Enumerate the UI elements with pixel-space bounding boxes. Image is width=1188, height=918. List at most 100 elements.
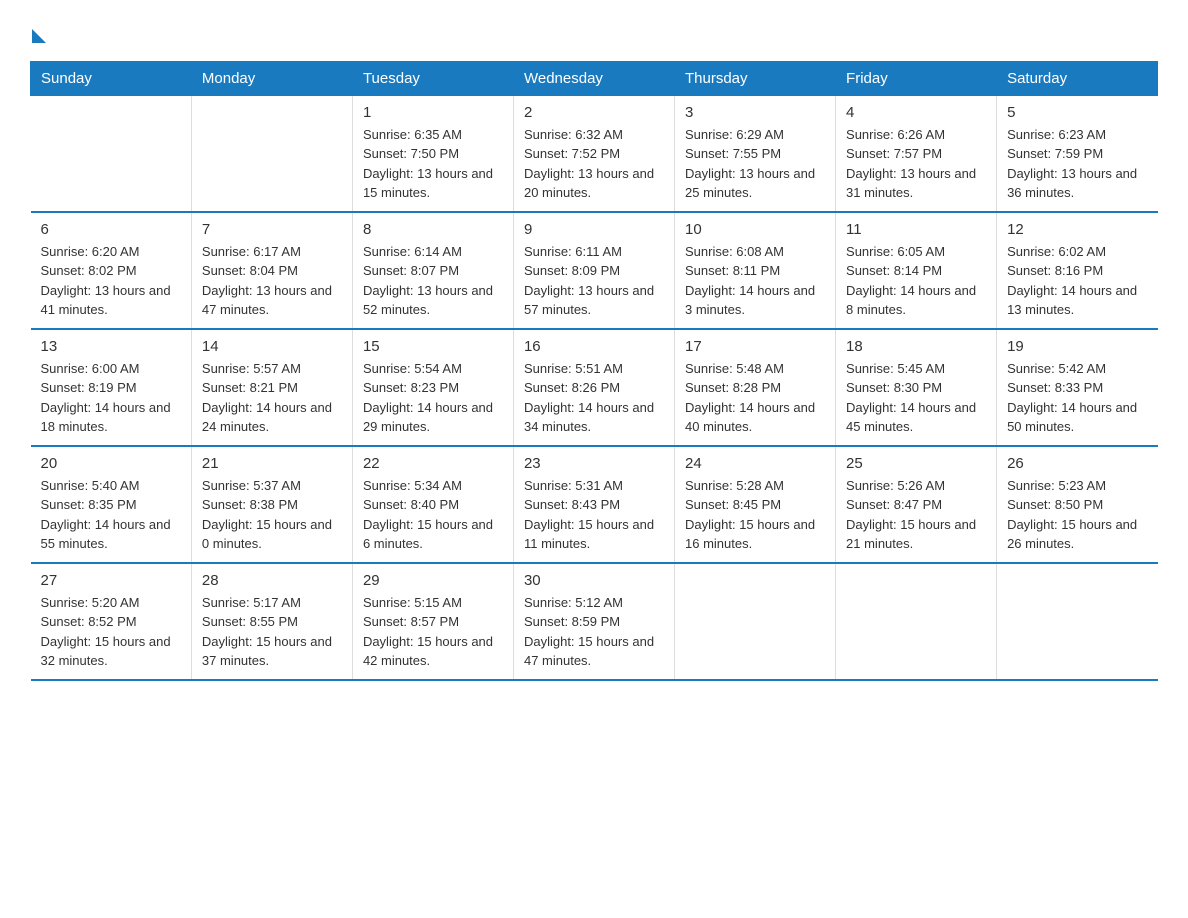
calendar-cell: 13 Sunrise: 6:00 AMSunset: 8:19 PMDayligh… [31,329,192,446]
page-header [30,20,1158,51]
calendar-cell [997,563,1158,680]
day-info: Sunrise: 6:14 AMSunset: 8:07 PMDaylight:… [363,242,503,320]
day-number: 1 [363,104,503,121]
day-number: 15 [363,338,503,355]
day-info: Sunrise: 5:34 AMSunset: 8:40 PMDaylight:… [363,476,503,554]
calendar-cell: 1 Sunrise: 6:35 AMSunset: 7:50 PMDaylight… [352,95,513,212]
day-info: Sunrise: 5:26 AMSunset: 8:47 PMDaylight:… [846,476,986,554]
day-number: 26 [1007,455,1147,472]
calendar-cell: 20Sunrise: 5:40 AMSunset: 8:35 PMDayligh… [31,446,192,563]
day-number: 8 [363,221,503,238]
calendar-cell: 19 Sunrise: 5:42 AMSunset: 8:33 PMDayligh… [997,329,1158,446]
weekday-header-friday: Friday [836,61,997,95]
day-number: 21 [202,455,342,472]
calendar-cell: 23Sunrise: 5:31 AMSunset: 8:43 PMDayligh… [513,446,674,563]
day-info: Sunrise: 5:57 AMSunset: 8:21 PMDaylight:… [202,359,342,437]
day-number: 12 [1007,221,1147,238]
day-info: Sunrise: 5:54 AMSunset: 8:23 PMDaylight:… [363,359,503,437]
day-info: Sunrise: 5:42 AMSunset: 8:33 PMDaylight:… [1007,359,1147,437]
logo-triangle-icon [32,29,46,43]
day-number: 30 [524,572,664,589]
day-number: 13 [41,338,181,355]
day-number: 17 [685,338,825,355]
day-info: Sunrise: 5:45 AMSunset: 8:30 PMDaylight:… [846,359,986,437]
day-info: Sunrise: 5:15 AMSunset: 8:57 PMDaylight:… [363,593,503,671]
weekday-header-tuesday: Tuesday [352,61,513,95]
calendar-week-row: 20Sunrise: 5:40 AMSunset: 8:35 PMDayligh… [31,446,1158,563]
calendar-cell: 5 Sunrise: 6:23 AMSunset: 7:59 PMDaylight… [997,95,1158,212]
weekday-header-sunday: Sunday [31,61,192,95]
day-number: 18 [846,338,986,355]
calendar-cell: 28 Sunrise: 5:17 AMSunset: 8:55 PMDayligh… [191,563,352,680]
day-number: 3 [685,104,825,121]
calendar-cell: 16 Sunrise: 5:51 AMSunset: 8:26 PMDayligh… [513,329,674,446]
weekday-header-thursday: Thursday [675,61,836,95]
day-info: Sunrise: 6:05 AMSunset: 8:14 PMDaylight:… [846,242,986,320]
calendar-cell: 21 Sunrise: 5:37 AMSunset: 8:38 PMDayligh… [191,446,352,563]
calendar-cell: 9Sunrise: 6:11 AMSunset: 8:09 PMDaylight… [513,212,674,329]
calendar-week-row: 27 Sunrise: 5:20 AMSunset: 8:52 PMDayligh… [31,563,1158,680]
calendar-week-row: 1 Sunrise: 6:35 AMSunset: 7:50 PMDaylight… [31,95,1158,212]
calendar-cell: 3 Sunrise: 6:29 AMSunset: 7:55 PMDaylight… [675,95,836,212]
day-info: Sunrise: 6:29 AMSunset: 7:55 PMDaylight:… [685,125,825,203]
day-number: 19 [1007,338,1147,355]
calendar-cell: 11 Sunrise: 6:05 AMSunset: 8:14 PMDayligh… [836,212,997,329]
day-info: Sunrise: 5:37 AMSunset: 8:38 PMDaylight:… [202,476,342,554]
day-info: Sunrise: 5:48 AMSunset: 8:28 PMDaylight:… [685,359,825,437]
calendar-cell [675,563,836,680]
calendar-cell: 2 Sunrise: 6:32 AMSunset: 7:52 PMDaylight… [513,95,674,212]
calendar-table: SundayMondayTuesdayWednesdayThursdayFrid… [30,61,1158,681]
weekday-header-monday: Monday [191,61,352,95]
day-info: Sunrise: 6:08 AMSunset: 8:11 PMDaylight:… [685,242,825,320]
day-info: Sunrise: 5:51 AMSunset: 8:26 PMDaylight:… [524,359,664,437]
calendar-cell: 30 Sunrise: 5:12 AMSunset: 8:59 PMDayligh… [513,563,674,680]
day-number: 4 [846,104,986,121]
day-number: 29 [363,572,503,589]
day-info: Sunrise: 5:20 AMSunset: 8:52 PMDaylight:… [41,593,181,671]
day-number: 5 [1007,104,1147,121]
calendar-cell [836,563,997,680]
day-info: Sunrise: 6:23 AMSunset: 7:59 PMDaylight:… [1007,125,1147,203]
day-number: 20 [41,455,181,472]
day-number: 28 [202,572,342,589]
calendar-cell: 22 Sunrise: 5:34 AMSunset: 8:40 PMDayligh… [352,446,513,563]
day-number: 2 [524,104,664,121]
day-info: Sunrise: 5:17 AMSunset: 8:55 PMDaylight:… [202,593,342,671]
day-info: Sunrise: 6:26 AMSunset: 7:57 PMDaylight:… [846,125,986,203]
day-info: Sunrise: 6:32 AMSunset: 7:52 PMDaylight:… [524,125,664,203]
calendar-cell: 25Sunrise: 5:26 AMSunset: 8:47 PMDayligh… [836,446,997,563]
calendar-cell: 15 Sunrise: 5:54 AMSunset: 8:23 PMDayligh… [352,329,513,446]
day-info: Sunrise: 6:20 AMSunset: 8:02 PMDaylight:… [41,242,181,320]
calendar-cell: 17 Sunrise: 5:48 AMSunset: 8:28 PMDayligh… [675,329,836,446]
calendar-cell: 10Sunrise: 6:08 AMSunset: 8:11 PMDayligh… [675,212,836,329]
day-number: 24 [685,455,825,472]
calendar-cell: 7Sunrise: 6:17 AMSunset: 8:04 PMDaylight… [191,212,352,329]
day-number: 16 [524,338,664,355]
day-number: 14 [202,338,342,355]
weekday-header-row: SundayMondayTuesdayWednesdayThursdayFrid… [31,61,1158,95]
calendar-cell [31,95,192,212]
calendar-cell: 4 Sunrise: 6:26 AMSunset: 7:57 PMDaylight… [836,95,997,212]
calendar-week-row: 13 Sunrise: 6:00 AMSunset: 8:19 PMDayligh… [31,329,1158,446]
calendar-week-row: 6Sunrise: 6:20 AMSunset: 8:02 PMDaylight… [31,212,1158,329]
calendar-cell: 29 Sunrise: 5:15 AMSunset: 8:57 PMDayligh… [352,563,513,680]
day-number: 22 [363,455,503,472]
calendar-cell: 26Sunrise: 5:23 AMSunset: 8:50 PMDayligh… [997,446,1158,563]
day-info: Sunrise: 5:12 AMSunset: 8:59 PMDaylight:… [524,593,664,671]
calendar-cell: 18 Sunrise: 5:45 AMSunset: 8:30 PMDayligh… [836,329,997,446]
day-number: 27 [41,572,181,589]
calendar-cell: 6Sunrise: 6:20 AMSunset: 8:02 PMDaylight… [31,212,192,329]
calendar-cell: 12 Sunrise: 6:02 AMSunset: 8:16 PMDayligh… [997,212,1158,329]
day-info: Sunrise: 6:35 AMSunset: 7:50 PMDaylight:… [363,125,503,203]
calendar-cell: 8 Sunrise: 6:14 AMSunset: 8:07 PMDaylight… [352,212,513,329]
calendar-cell: 27 Sunrise: 5:20 AMSunset: 8:52 PMDayligh… [31,563,192,680]
day-info: Sunrise: 5:28 AMSunset: 8:45 PMDaylight:… [685,476,825,554]
logo [30,20,46,51]
day-number: 11 [846,221,986,238]
day-number: 23 [524,455,664,472]
calendar-cell: 24 Sunrise: 5:28 AMSunset: 8:45 PMDayligh… [675,446,836,563]
day-info: Sunrise: 6:02 AMSunset: 8:16 PMDaylight:… [1007,242,1147,320]
weekday-header-wednesday: Wednesday [513,61,674,95]
day-info: Sunrise: 6:00 AMSunset: 8:19 PMDaylight:… [41,359,181,437]
day-number: 7 [202,221,342,238]
